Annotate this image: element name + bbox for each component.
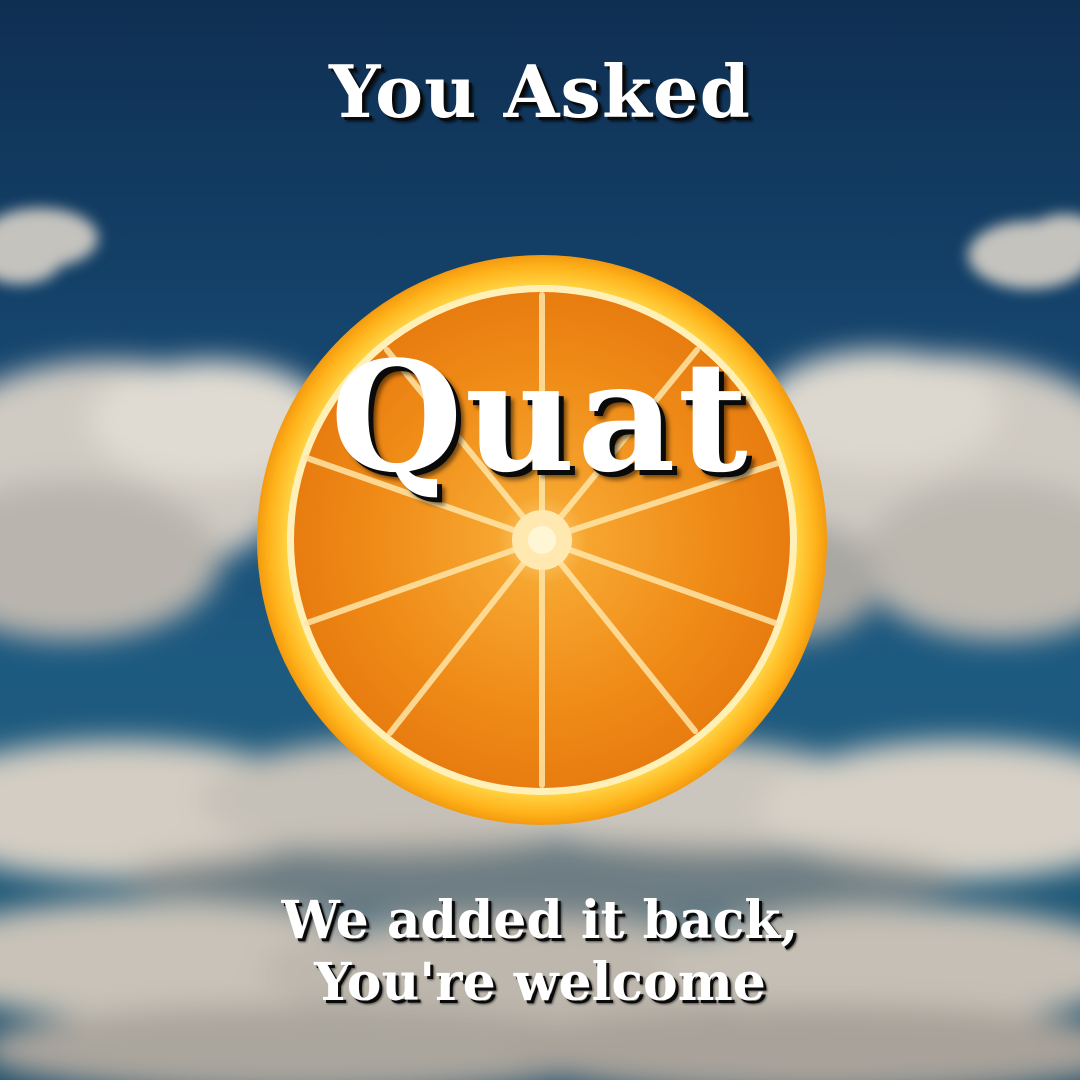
caption-text: We added it back, You're welcome xyxy=(0,890,1080,1014)
feature-word-quat: Quat xyxy=(330,327,750,506)
heading-you-asked: You Asked xyxy=(328,49,751,134)
poster-canvas: You Asked Quat We added it back, You're … xyxy=(0,0,1080,1080)
caption-line-2: You're welcome xyxy=(314,952,766,1013)
caption-line-1: We added it back, xyxy=(281,890,799,951)
